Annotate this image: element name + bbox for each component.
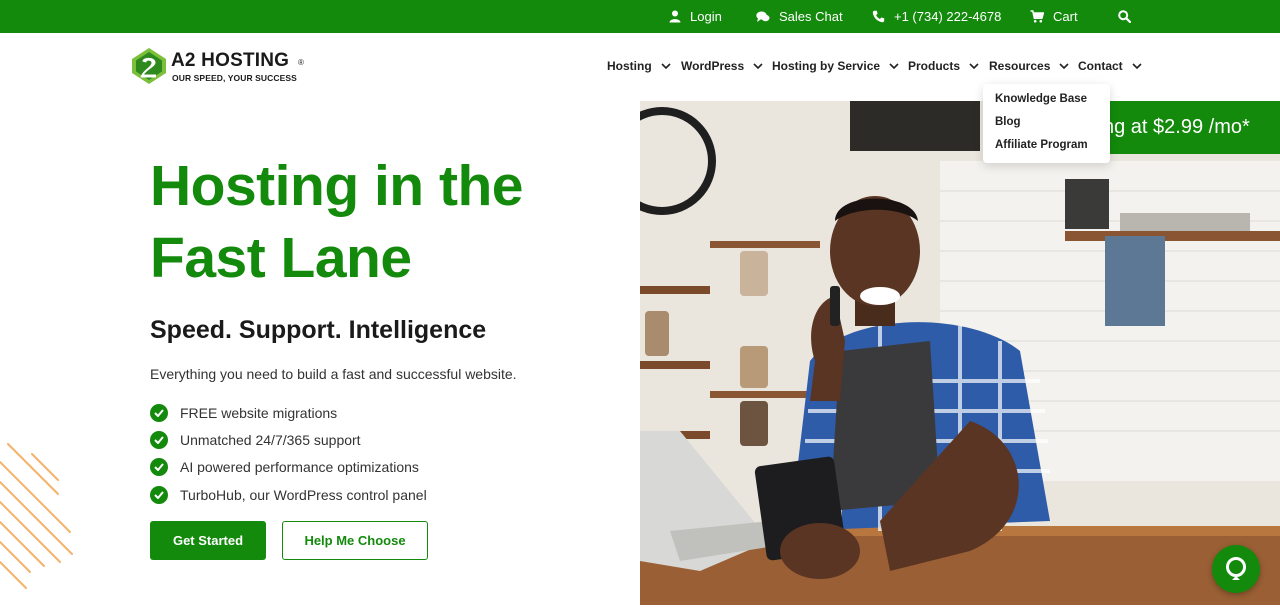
hero-title-line-2: Fast Lane [150,226,412,290]
hero-description: Everything you need to build a fast and … [150,366,517,382]
chevron-down-icon [753,62,763,69]
feature-item: AI powered performance optimizations [150,457,419,477]
nav-hosting[interactable]: Hosting [607,58,671,74]
nav-products[interactable]: Products [908,58,979,74]
feature-item: Unmatched 24/7/365 support [150,430,361,450]
search-button[interactable] [1118,0,1140,33]
phone-icon [872,10,885,23]
nav-contact[interactable]: Contact [1078,58,1142,74]
login-link[interactable]: Login [669,0,722,33]
chevron-down-icon [889,62,899,69]
location-chat-icon [1226,557,1246,580]
menu-item-affiliate-program[interactable]: Affiliate Program [995,139,1088,151]
feature-item: FREE website migrations [150,403,337,423]
nav-wordpress-label: WordPress [681,59,745,73]
nav-resources-label: Resources [989,59,1051,73]
hero-subtitle: Speed. Support. Intelligence [150,316,487,344]
menu-item-knowledge-base[interactable]: Knowledge Base [995,93,1087,105]
search-icon [1118,10,1131,23]
chat-icon [756,11,770,22]
feature-label: AI powered performance optimizations [180,459,419,475]
nav-hosting-label: Hosting [607,59,652,73]
feature-label: TurboHub, our WordPress control panel [180,487,427,503]
resources-dropdown-menu: Knowledge Base Blog Affiliate Program [983,84,1110,163]
hero-title: Hosting in the Fast Lane [150,150,620,294]
hero-image [640,101,1280,605]
cart-link[interactable]: Cart [1030,0,1078,33]
feature-item: TurboHub, our WordPress control panel [150,485,427,505]
nav-wordpress[interactable]: WordPress [681,58,763,74]
nav-hosting-by-service-label: Hosting by Service [772,59,881,73]
cart-label: Cart [1053,9,1078,24]
chat-widget-button[interactable] [1212,545,1260,593]
check-circle-icon [150,404,168,422]
feature-label: Unmatched 24/7/365 support [180,432,361,448]
sales-chat-link[interactable]: Sales Chat [756,0,843,33]
hero-photo-illustration [640,101,1280,605]
login-label: Login [690,9,722,24]
chevron-down-icon [969,62,979,69]
user-icon [669,10,681,23]
brand-name: A2 HOSTING [171,50,290,71]
registered-mark: ® [298,58,304,67]
sales-chat-label: Sales Chat [779,9,843,24]
get-started-button[interactable]: Get Started [150,521,266,560]
feature-label: FREE website migrations [180,405,338,421]
pricing-promo-banner[interactable]: ng at $2.99 /mo* [1100,101,1280,154]
top-utility-bar: Login Sales Chat +1 (734) 222-4678 Cart [0,0,1280,33]
chevron-down-icon [661,62,671,69]
nav-resources[interactable]: Resources [989,58,1069,74]
check-circle-icon [150,486,168,504]
check-circle-icon [150,458,168,476]
decorative-stripes [0,443,73,589]
help-me-choose-button[interactable]: Help Me Choose [282,521,428,560]
nav-products-label: Products [908,59,961,73]
chevron-down-icon [1132,62,1142,69]
hero-title-line-1: Hosting in the [150,154,523,218]
menu-item-blog[interactable]: Blog [995,116,1021,128]
a2-hosting-logo[interactable]: A2 HOSTING ® OUR SPEED, YOUR SUCCESS [131,47,321,87]
cart-icon [1030,10,1044,23]
nav-contact-label: Contact [1078,59,1123,73]
phone-link[interactable]: +1 (734) 222-4678 [872,0,1001,33]
chevron-down-icon [1059,62,1069,69]
nav-hosting-by-service[interactable]: Hosting by Service [772,58,899,74]
phone-number: +1 (734) 222-4678 [894,9,1002,24]
brand-tagline: OUR SPEED, YOUR SUCCESS [172,73,297,83]
check-circle-icon [150,431,168,449]
a2-logo-mark-icon [132,48,166,84]
